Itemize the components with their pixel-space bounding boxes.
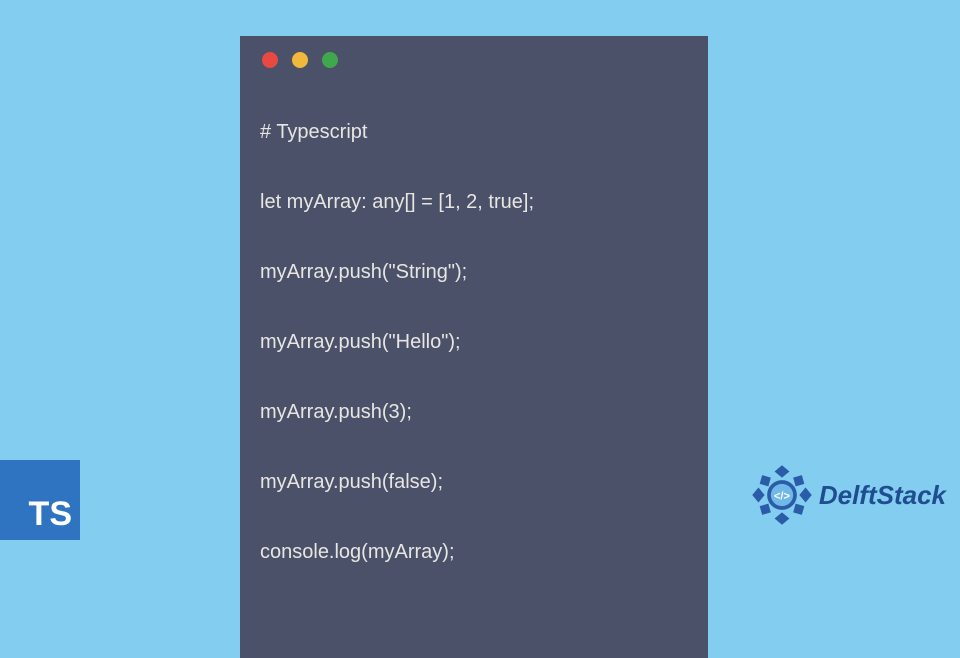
code-line: console.log(myArray); [260,535,688,570]
code-line: let myArray: any[] = [1, 2, true]; [260,185,688,220]
brand-name: DelftStack [819,480,946,511]
code-line: myArray.push(false); [260,465,688,500]
maximize-icon [322,52,338,68]
minimize-icon [292,52,308,68]
delftstack-logo-icon: </> [751,464,813,526]
code-line: myArray.push(3); [260,395,688,430]
close-icon [262,52,278,68]
code-window: # Typescript let myArray: any[] = [1, 2,… [240,36,708,658]
typescript-badge-label: TS [29,495,72,534]
code-block: # Typescript let myArray: any[] = [1, 2,… [260,80,688,640]
brand-mark: </> DelftStack [751,464,946,526]
code-line: myArray.push("String"); [260,255,688,290]
svg-text:</>: </> [774,490,791,502]
code-line: myArray.push("Hello"); [260,325,688,360]
typescript-badge: TS [0,460,80,540]
code-line: # Typescript [260,115,688,150]
window-titlebar [260,50,688,80]
